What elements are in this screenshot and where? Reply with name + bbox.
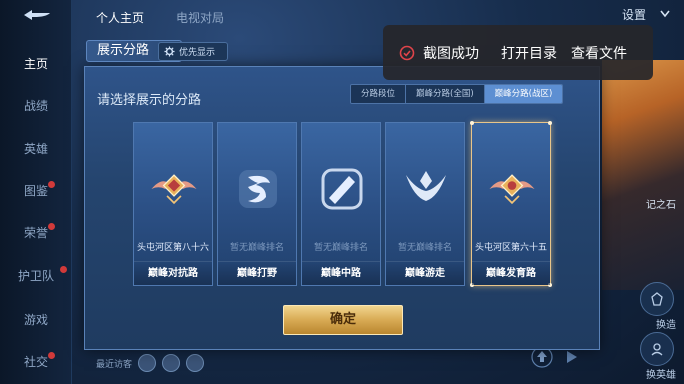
card-rank-text: 暂无巅峰排名 [229,243,284,253]
tab-peak-region[interactable]: 巅峰分路(战区) [484,85,563,103]
screenshot-toast: 截图成功 打开目录 查看文件 [383,25,653,80]
sidebar-item-codex[interactable]: 图鉴 [0,179,72,203]
view-file-link[interactable]: 查看文件 [571,43,627,63]
play-icon[interactable] [565,349,579,365]
card-rank-text: 头屯河区第八十六 [136,243,209,253]
change-skin-button[interactable] [640,282,674,316]
chevron-down-icon[interactable] [660,10,670,18]
priority-display-button[interactable]: 优先显示 [158,42,228,61]
card-rank-text: 暂无巅峰排名 [397,243,452,253]
hero-caption: 记之石 [646,200,676,211]
tab-profile[interactable]: 个人主页 [96,9,144,29]
card-lane-label: 巅峰中路 [302,261,380,285]
tab-lane-rank[interactable]: 分路段位 [351,85,407,103]
sidebar-item-games[interactable]: 游戏 [0,308,72,332]
lane-source-tabs: 分路段位 巅峰分路(全国) 巅峰分路(战区) [350,84,564,104]
sidebar-item-label: 战绩 [24,99,49,113]
lane-card-top[interactable]: 头屯河区第八十六 巅峰对抗路 [133,122,213,286]
card-lane-label: 巅峰发育路 [472,261,550,285]
visitors-label: 最近访客 [96,359,133,370]
sidebar-item-record[interactable]: 战绩 [0,94,72,118]
rank-emblem-icon [148,163,200,215]
change-hero-label: 换英雄 [646,370,676,381]
sidebar-item-label: 社交 [24,355,49,369]
lane-card-mid[interactable]: 暂无巅峰排名 巅峰中路 [301,122,381,286]
top-tabs: 个人主页 电视对局 [96,9,224,29]
sidebar-item-label: 主页 [24,57,49,71]
sidebar-item-label: 游戏 [24,313,49,327]
card-rank-text: 暂无巅峰排名 [313,243,368,253]
card-rank-text: 头屯河区第六十五 [474,243,547,253]
priority-label: 优先显示 [179,48,216,58]
back-arrow-icon [24,10,50,20]
selection-corner [470,121,474,125]
sidebar-item-label: 荣誉 [24,226,49,240]
toast-message: 截图成功 [423,45,479,62]
lane-card-roam[interactable]: 暂无巅峰排名 巅峰游走 [385,122,465,286]
avatar[interactable] [186,354,205,372]
sidebar-item-social[interactable]: 社交 [0,350,72,374]
selection-corner [548,121,552,125]
recent-visitors: 最近访客 [96,352,205,374]
settings-button[interactable]: 设置 [622,6,646,23]
top-right-bar: 设置 [554,0,684,28]
back-button[interactable] [20,6,54,24]
sidebar: 主页 战绩 英雄 图鉴 荣誉 护卫队 游戏 社交 [0,0,72,384]
badge-dot [60,266,67,273]
avatar[interactable] [162,354,181,372]
confirm-button[interactable]: 确定 [283,305,403,335]
sidebar-item-guard[interactable]: 护卫队 [0,264,72,288]
sidebar-item-label: 护卫队 [18,269,55,283]
lane-card-bottom[interactable]: 头屯河区第六十五 巅峰发育路 [470,121,552,287]
gear-icon [164,46,175,57]
avatar[interactable] [138,354,157,372]
sidebar-item-label: 图鉴 [24,184,49,198]
sidebar-item-heroes[interactable]: 英雄 [0,137,72,161]
badge-dot [48,181,55,188]
change-skin-label: 换造 [656,320,676,331]
sidebar-item-label: 英雄 [24,142,49,156]
tab-peak-national[interactable]: 巅峰分路(全国) [406,85,485,103]
change-hero-button[interactable] [640,332,674,366]
dialog-title: 展示分路 [97,43,150,58]
dialog-heading: 请选择展示的分路 [97,93,202,108]
card-lane-label: 巅峰游走 [386,261,464,285]
hero-artwork [602,60,684,290]
sidebar-item-honor[interactable]: 荣誉 [0,221,72,245]
lane-display-dialog: 请选择展示的分路 分路段位 巅峰分路(全国) 巅峰分路(战区) 头屯河区第八十六… [84,66,600,350]
mid-lane-icon [316,163,368,215]
lane-card-jungle[interactable]: 暂无巅峰排名 巅峰打野 [217,122,297,286]
skin-icon [651,292,663,306]
check-circle-icon [399,45,415,60]
badge-dot [48,352,55,359]
badge-dot [48,223,55,230]
roam-icon [400,163,452,215]
rank-emblem-icon [486,163,538,215]
jungle-icon [232,163,284,215]
hero-swap-icon [651,343,663,356]
card-lane-label: 巅峰对抗路 [134,261,212,285]
card-lane-label: 巅峰打野 [218,261,296,285]
tab-tv-matches[interactable]: 电视对局 [176,9,224,29]
open-folder-link[interactable]: 打开目录 [501,43,557,63]
sidebar-item-home[interactable]: 主页 [0,52,72,76]
